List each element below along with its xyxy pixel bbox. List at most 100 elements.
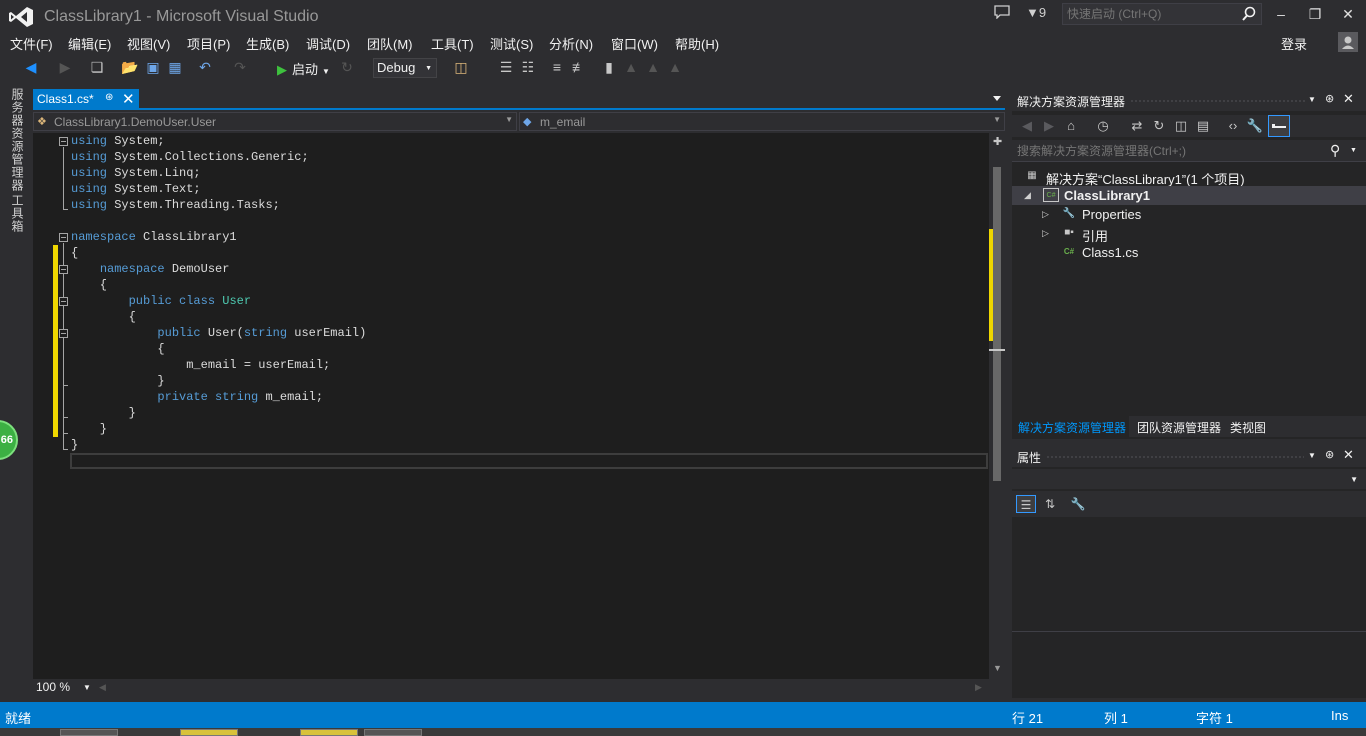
code-line[interactable]: namespace DemoUser bbox=[71, 261, 230, 277]
code-area[interactable]: using System; using System.Collections.Ge… bbox=[33, 133, 989, 679]
navigate-forward-icon[interactable]: ▶ bbox=[56, 58, 74, 76]
taskbar-thumbnail[interactable] bbox=[180, 729, 238, 736]
code-line[interactable]: } bbox=[71, 421, 107, 437]
sign-in-link[interactable]: 登录 bbox=[1281, 34, 1307, 53]
code-line[interactable]: public class User bbox=[71, 293, 251, 309]
pin-icon[interactable]: ⊛ bbox=[105, 92, 113, 103]
taskbar-thumbnail[interactable] bbox=[364, 729, 422, 736]
alphabetical-sort-icon[interactable]: ⇅ bbox=[1040, 495, 1060, 513]
code-line[interactable]: using System.Linq; bbox=[71, 165, 201, 181]
refresh-icon[interactable]: ↻ bbox=[1150, 117, 1168, 135]
tab-team-explorer[interactable]: 团队资源管理器 bbox=[1137, 419, 1221, 436]
code-line[interactable]: using System; bbox=[71, 133, 165, 149]
forward-icon[interactable]: ▶ bbox=[1040, 117, 1058, 135]
code-editor[interactable]: using System; using System.Collections.Ge… bbox=[33, 133, 1005, 679]
scroll-right-icon[interactable]: ▶ bbox=[975, 682, 982, 693]
code-line[interactable]: using System.Collections.Generic; bbox=[71, 149, 309, 165]
pending-changes-filter-icon[interactable]: ◷ bbox=[1094, 117, 1112, 135]
collapse-all-icon[interactable]: ◫ bbox=[1172, 117, 1190, 135]
code-line[interactable]: { bbox=[71, 309, 136, 325]
find-in-files-icon[interactable]: ◫ bbox=[452, 58, 470, 76]
code-line[interactable]: { bbox=[71, 341, 164, 357]
notifications-icon[interactable] bbox=[994, 5, 1012, 21]
code-line[interactable]: } bbox=[71, 373, 164, 389]
code-line[interactable]: { bbox=[71, 245, 78, 261]
taskbar-thumbnail[interactable] bbox=[60, 729, 118, 736]
new-project-icon[interactable]: ❏ bbox=[88, 58, 106, 76]
pin-icon[interactable]: ⊛ bbox=[1325, 448, 1334, 461]
tab-solution-explorer[interactable]: 解决方案资源管理器 bbox=[1018, 419, 1126, 436]
code-line[interactable]: m_email = userEmail; bbox=[71, 357, 330, 373]
menu-debug[interactable]: 调试(D) bbox=[306, 34, 350, 53]
menu-build[interactable]: 生成(B) bbox=[246, 34, 289, 53]
scrollbar-thumb[interactable] bbox=[993, 167, 1001, 481]
chevron-down-icon[interactable]: ▼ bbox=[1308, 451, 1316, 460]
zoom-level-combo[interactable]: 100 % ▼ bbox=[33, 680, 93, 696]
scroll-left-icon[interactable]: ◀ bbox=[99, 682, 106, 693]
preview-selected-items-icon[interactable] bbox=[1268, 115, 1290, 137]
menu-team[interactable]: 团队(M) bbox=[367, 34, 413, 53]
start-debugging-button[interactable]: ▶ 启动 ▼ bbox=[277, 59, 330, 77]
undo-icon[interactable]: ↶ bbox=[196, 58, 214, 76]
code-line[interactable]: } bbox=[71, 437, 78, 453]
menu-test[interactable]: 测试(S) bbox=[490, 34, 533, 53]
outline-collapse-icon[interactable] bbox=[59, 265, 68, 274]
taskbar-thumbnail[interactable] bbox=[300, 729, 358, 736]
solution-configuration-select[interactable]: Debug ▼ bbox=[373, 58, 437, 78]
quick-launch-box[interactable] bbox=[1062, 3, 1262, 25]
open-file-icon[interactable]: 📂 bbox=[121, 58, 139, 76]
feedback-filter[interactable]: ▼9 bbox=[1026, 5, 1046, 20]
menu-view[interactable]: 视图(V) bbox=[127, 34, 170, 53]
show-all-files-icon[interactable]: ▤ bbox=[1194, 117, 1212, 135]
view-code-icon[interactable]: ‹› bbox=[1224, 117, 1242, 135]
menu-analyze[interactable]: 分析(N) bbox=[549, 34, 593, 53]
redo-icon[interactable]: ↷ bbox=[231, 58, 249, 76]
categorized-icon[interactable]: ☰ bbox=[1016, 495, 1036, 513]
menu-window[interactable]: 窗口(W) bbox=[611, 34, 658, 53]
panel-grip[interactable] bbox=[1046, 455, 1304, 459]
tree-item-references[interactable]: ▷ ■▪ 引用 bbox=[1012, 224, 1366, 244]
properties-wrench-icon[interactable]: 🔧 bbox=[1246, 117, 1264, 135]
menu-edit[interactable]: 编辑(E) bbox=[68, 34, 111, 53]
search-icon[interactable] bbox=[1241, 5, 1257, 23]
sync-with-document-icon[interactable]: ⇄ bbox=[1128, 117, 1146, 135]
vertical-scrollbar[interactable]: ✚ ▼ bbox=[989, 133, 1005, 679]
previous-bookmark-icon[interactable]: ▲ bbox=[622, 58, 640, 76]
chevron-down-icon[interactable]: ▼ bbox=[1350, 147, 1357, 154]
pin-icon[interactable]: ⊛ bbox=[1325, 92, 1334, 105]
chevron-down-icon[interactable]: ▼ bbox=[1308, 95, 1316, 104]
bookmark-icon[interactable]: ▮ bbox=[600, 58, 618, 76]
next-bookmark-icon[interactable]: ▲ bbox=[644, 58, 662, 76]
outline-collapse-icon[interactable] bbox=[59, 329, 68, 338]
outline-collapse-icon[interactable] bbox=[59, 137, 68, 146]
split-window-icon[interactable]: ✚ bbox=[993, 135, 1002, 148]
close-button[interactable]: ✕ bbox=[1335, 4, 1361, 24]
search-input[interactable] bbox=[1017, 143, 1317, 159]
save-all-icon[interactable]: ▦ bbox=[166, 58, 184, 76]
tab-class-view[interactable]: 类视图 bbox=[1230, 419, 1266, 436]
clear-bookmarks-icon[interactable]: ▲ bbox=[666, 58, 684, 76]
navigate-back-icon[interactable]: ◀ bbox=[22, 58, 40, 76]
save-icon[interactable]: ▣ bbox=[144, 58, 162, 76]
expanded-arrow-icon[interactable]: ◢ bbox=[1024, 190, 1031, 201]
home-icon[interactable]: ⌂ bbox=[1062, 117, 1080, 135]
close-icon[interactable]: ✕ bbox=[1343, 91, 1354, 107]
solution-explorer-search[interactable]: ⚲ ▼ bbox=[1012, 140, 1366, 162]
minimize-button[interactable]: – bbox=[1268, 4, 1294, 24]
uncomment-lines-icon[interactable]: ≢ bbox=[570, 58, 588, 76]
toolbox-tab[interactable]: 工具箱 bbox=[9, 194, 26, 233]
tree-item-solution[interactable]: ▦ 解决方案“ClassLibrary1”(1 个项目) bbox=[1012, 167, 1366, 187]
code-line[interactable]: { bbox=[71, 277, 107, 293]
type-navigation-combo[interactable]: ❖ ClassLibrary1.DemoUser.User ▼ bbox=[33, 112, 517, 131]
tree-item-class1[interactable]: C# Class1.cs bbox=[1012, 243, 1366, 262]
code-line[interactable]: using System.Threading.Tasks; bbox=[71, 197, 280, 213]
tab-class1-cs[interactable]: Class1.cs* ⊛ ✕ bbox=[33, 89, 139, 110]
code-line[interactable]: public User(string userEmail) bbox=[71, 325, 366, 341]
member-navigation-combo[interactable]: ◆ m_email ▼ bbox=[519, 112, 1005, 131]
code-line[interactable]: } bbox=[71, 405, 136, 421]
menu-tools[interactable]: 工具(T) bbox=[431, 34, 474, 53]
step-into-icon[interactable]: ☰ bbox=[497, 58, 515, 76]
code-line[interactable]: using System.Text; bbox=[71, 181, 201, 197]
chevron-down-icon[interactable] bbox=[992, 94, 1002, 102]
menu-help[interactable]: 帮助(H) bbox=[675, 34, 719, 53]
